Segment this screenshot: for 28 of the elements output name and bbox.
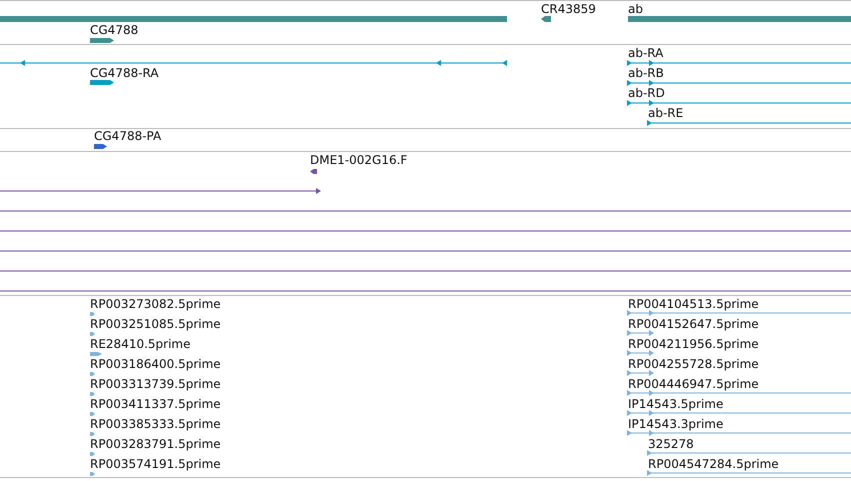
feature-label: ab xyxy=(628,2,643,16)
feature-label: RP004255728.5prime xyxy=(628,357,759,371)
feature-label: ab-RA xyxy=(628,46,664,60)
feature-label: RP003273082.5prime xyxy=(90,297,221,311)
feature-label: 325278 xyxy=(648,437,694,451)
feature-label: RP004211956.5prime xyxy=(628,337,759,351)
feature-label: RP004152647.5prime xyxy=(628,317,759,331)
feature-label: RP004104513.5prime xyxy=(628,297,759,311)
feature-label: RP003251085.5prime xyxy=(90,317,221,331)
feature-label: RP003283791.5prime xyxy=(90,437,221,451)
feature-label: RE28410.5prime xyxy=(90,337,190,351)
feature-label: CG4788-RA xyxy=(90,66,159,80)
feature-label: CR43859 xyxy=(541,2,596,16)
feature-label: ab-RB xyxy=(628,66,664,80)
feature-label: IP14543.3prime xyxy=(628,417,724,431)
feature-label: CG4788-PA xyxy=(94,129,162,143)
feature-label: RP003186400.5prime xyxy=(90,357,221,371)
feature-label: DME1-002G16.F xyxy=(310,153,408,167)
feature-label: RP003411337.5prime xyxy=(90,397,221,411)
feature-label: RP003313739.5prime xyxy=(90,377,221,391)
feature-label: RP004446947.5prime xyxy=(628,377,759,391)
feature-label: CG4788 xyxy=(90,23,138,37)
feature-label: RP003574191.5prime xyxy=(90,457,221,471)
feature-label: IP14543.5prime xyxy=(628,397,724,411)
feature-label: ab-RD xyxy=(628,86,665,100)
feature-label: RP004547284.5prime xyxy=(648,457,779,471)
feature-label: ab-RE xyxy=(648,106,684,120)
feature-label: RP003385333.5prime xyxy=(90,417,221,431)
